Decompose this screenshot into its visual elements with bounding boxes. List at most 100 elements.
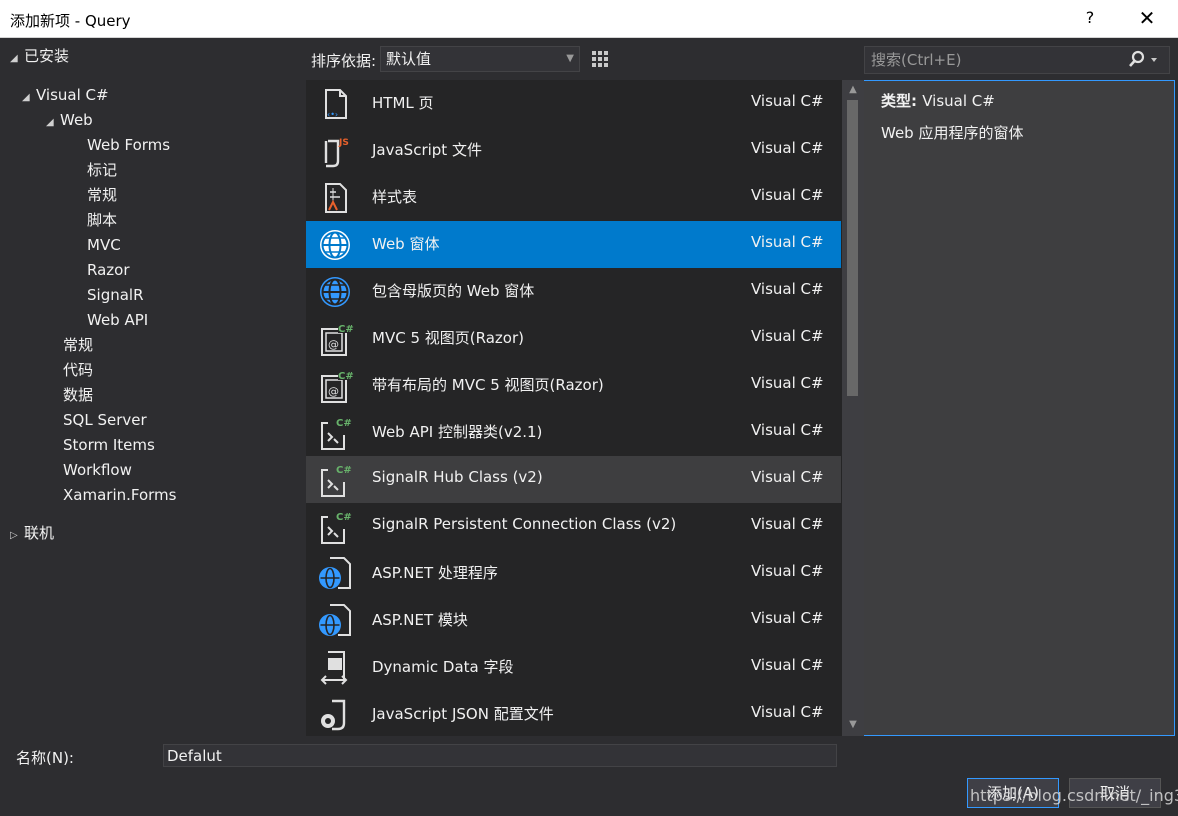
template-name: JavaScript JSON 配置文件 xyxy=(372,705,554,723)
scrollbar-thumb[interactable] xyxy=(847,100,858,396)
template-name: SignalR Persistent Connection Class (v2) xyxy=(372,515,677,533)
template-html-page[interactable]: ‹•› HTML 页 Visual C# xyxy=(306,80,841,127)
aspnet-handler-icon xyxy=(319,557,351,589)
template-language: Visual C# xyxy=(751,233,824,251)
tree-item-installed[interactable]: ◢ 已安装 xyxy=(10,44,69,68)
add-button[interactable]: 添加(A) xyxy=(967,778,1059,808)
template-language: Visual C# xyxy=(751,374,824,392)
aspnet-module-icon xyxy=(319,604,351,636)
template-signalr-persistent[interactable]: C# SignalR Persistent Connection Class (… xyxy=(306,503,841,550)
web-form-globe-icon xyxy=(320,230,350,260)
javascript-file-icon: JS xyxy=(324,138,349,168)
scroll-up-arrow-icon[interactable]: ▲ xyxy=(847,85,859,95)
template-list: ‹•› HTML 页 Visual C# JS JavaScript 文件 Vi… xyxy=(306,80,864,736)
template-name: JavaScript 文件 xyxy=(372,141,482,159)
template-language: Visual C# xyxy=(751,280,824,298)
template-web-form-master[interactable]: 包含母版页的 Web 窗体 Visual C# xyxy=(306,268,841,315)
tree-item-visual-csharp[interactable]: ◢ Visual C# xyxy=(22,83,109,107)
template-list-scrollbar[interactable]: ▲ ▼ xyxy=(842,80,864,736)
tree-item-web[interactable]: ◢ Web xyxy=(46,108,93,132)
small-icons-view-button[interactable] xyxy=(587,46,613,72)
grid-view-icon xyxy=(592,51,608,67)
tree-item-mvc[interactable]: MVC xyxy=(87,233,121,257)
template-language: Visual C# xyxy=(751,703,824,721)
svg-text:C#: C# xyxy=(338,324,354,335)
type-value: Visual C# xyxy=(922,92,995,110)
scroll-down-arrow-icon[interactable]: ▼ xyxy=(847,720,859,730)
template-name: Web API 控制器类(v2.1) xyxy=(372,423,543,441)
svg-text:C#: C# xyxy=(336,465,352,476)
tree-item-online[interactable]: ▷ 联机 xyxy=(10,521,54,545)
template-language: Visual C# xyxy=(751,92,824,110)
expanded-arrow-icon[interactable]: ◢ xyxy=(10,47,24,71)
stylesheet-icon xyxy=(325,183,347,213)
template-description: Web 应用程序的窗体 xyxy=(881,124,1024,142)
tree-item-web-label: Web xyxy=(60,111,93,129)
tree-item-web-forms[interactable]: Web Forms xyxy=(87,133,170,157)
tree-item-csharp-general[interactable]: 常规 xyxy=(63,333,93,357)
template-type: 类型: Visual C# xyxy=(881,90,1171,111)
search-button[interactable] xyxy=(1127,49,1161,71)
template-language: Visual C# xyxy=(751,515,824,533)
template-aspnet-handler[interactable]: ASP.NET 处理程序 Visual C# xyxy=(306,550,841,597)
search-input[interactable] xyxy=(865,47,1127,73)
template-stylesheet[interactable]: 样式表 Visual C# xyxy=(306,174,841,221)
tree-item-signalr[interactable]: SignalR xyxy=(87,283,144,307)
template-name: ASP.NET 模块 xyxy=(372,611,468,629)
search-box xyxy=(864,46,1170,74)
svg-text:‹•›: ‹•› xyxy=(327,110,338,119)
html-page-icon: ‹•› xyxy=(325,89,347,119)
cancel-button[interactable]: 取消 xyxy=(1069,778,1161,808)
razor-view-icon: @ C# xyxy=(321,369,354,403)
template-language: Visual C# xyxy=(751,327,824,345)
template-name: MVC 5 视图页(Razor) xyxy=(372,329,524,347)
tree-item-data[interactable]: 数据 xyxy=(63,383,93,407)
template-mvc5-view[interactable]: @ C# MVC 5 视图页(Razor) Visual C# xyxy=(306,315,841,362)
svg-text:@: @ xyxy=(328,385,339,398)
dynamic-data-icon xyxy=(320,651,348,685)
tree-item-general[interactable]: 常规 xyxy=(87,183,117,207)
name-field[interactable] xyxy=(163,744,837,767)
tree-item-sql-server[interactable]: SQL Server xyxy=(63,408,147,432)
tree-item-web-api[interactable]: Web API xyxy=(87,308,148,332)
tree-item-xamarin-forms[interactable]: Xamarin.Forms xyxy=(63,483,176,507)
template-dynamic-data-field[interactable]: Dynamic Data 字段 Visual C# xyxy=(306,644,841,691)
sort-select[interactable]: 默认值 ▼ xyxy=(380,46,580,72)
template-json-config[interactable]: JavaScript JSON 配置文件 Visual C# xyxy=(306,691,841,736)
template-signalr-hub[interactable]: C# SignalR Hub Class (v2) Visual C# xyxy=(306,456,841,503)
tree-item-workflow[interactable]: Workflow xyxy=(63,458,132,482)
template-language: Visual C# xyxy=(751,656,824,674)
template-language: Visual C# xyxy=(751,562,824,580)
tree-item-razor[interactable]: Razor xyxy=(87,258,130,282)
template-javascript-file[interactable]: JS JavaScript 文件 Visual C# xyxy=(306,127,841,174)
template-language: Visual C# xyxy=(751,139,824,157)
svg-text:@: @ xyxy=(328,338,339,351)
tree-item-markup[interactable]: 标记 xyxy=(87,158,117,182)
template-name: SignalR Hub Class (v2) xyxy=(372,468,543,486)
template-mvc5-view-layout[interactable]: @ C# 带有布局的 MVC 5 视图页(Razor) Visual C# xyxy=(306,362,841,409)
category-tree: ◢ 已安装 ◢ Visual C# ◢ Web Web Forms 标记 常规 脚本 … xyxy=(0,39,306,736)
template-aspnet-module[interactable]: ASP.NET 模块 Visual C# xyxy=(306,597,841,644)
collapsed-arrow-icon[interactable]: ▷ xyxy=(10,524,24,548)
help-button[interactable]: ? xyxy=(1080,8,1100,30)
tree-item-script[interactable]: 脚本 xyxy=(87,208,117,232)
template-name: 带有布局的 MVC 5 视图页(Razor) xyxy=(372,376,604,394)
template-language: Visual C# xyxy=(751,609,824,627)
template-web-api-controller[interactable]: C# Web API 控制器类(v2.1) Visual C# xyxy=(306,409,841,456)
expanded-arrow-icon[interactable]: ◢ xyxy=(46,111,60,135)
signalr-class-icon: C# xyxy=(321,465,352,497)
signalr-class-icon: C# xyxy=(321,512,352,544)
close-button[interactable]: ✕ xyxy=(1134,6,1160,32)
search-icon xyxy=(1129,50,1157,67)
json-config-icon xyxy=(321,699,346,731)
template-language: Visual C# xyxy=(751,421,824,439)
svg-text:C#: C# xyxy=(336,512,352,523)
sort-label: 排序依据: xyxy=(311,52,377,70)
template-web-form[interactable]: Web 窗体 Visual C# xyxy=(306,221,841,268)
expanded-arrow-icon[interactable]: ◢ xyxy=(22,86,36,110)
template-name: 包含母版页的 Web 窗体 xyxy=(372,282,535,300)
tree-item-code[interactable]: 代码 xyxy=(63,358,93,382)
template-language: Visual C# xyxy=(751,186,824,204)
razor-view-icon: @ C# xyxy=(321,322,354,356)
tree-item-storm-items[interactable]: Storm Items xyxy=(63,433,155,457)
